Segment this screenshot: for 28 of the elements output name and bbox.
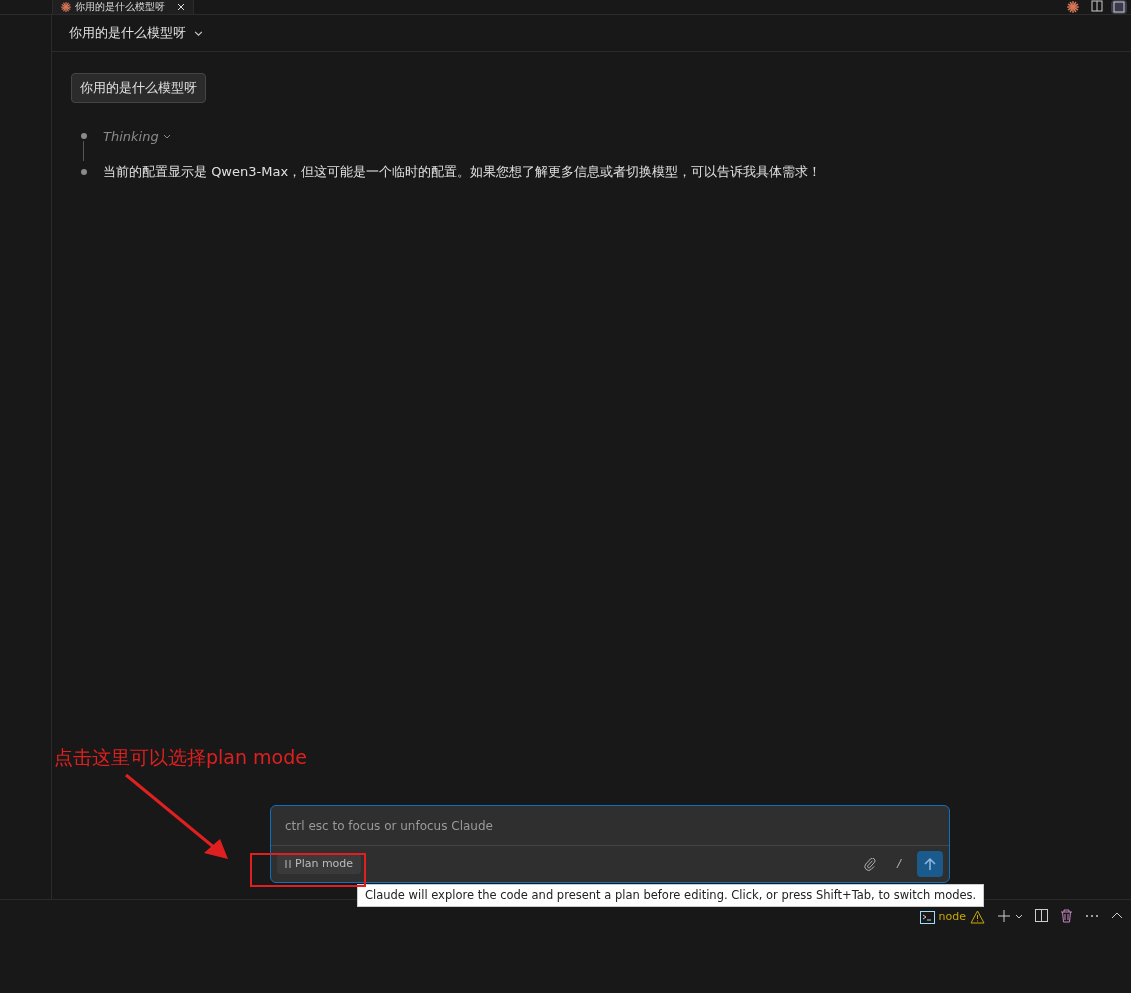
message-field[interactable]: ctrl esc to focus or unfocus Claude bbox=[285, 816, 935, 835]
chevron-icon bbox=[162, 132, 171, 141]
pause-icon bbox=[285, 860, 291, 868]
tooltip: Claude will explore the code and present a plan before editing. Click, or press Shift+Tab, to switch modes. bbox=[357, 884, 985, 908]
plus-icon[interactable] bbox=[997, 909, 1011, 923]
arrow-up-icon bbox=[923, 857, 937, 871]
split-editor-icon[interactable] bbox=[1091, 0, 1103, 12]
chat-input[interactable]: ctrl esc to focus or unfocus Claude Plan mode / bbox=[270, 805, 950, 883]
editor-tab[interactable]: 你用的是什么模型呀 bbox=[52, 0, 194, 14]
sparkle-icon bbox=[1067, 1, 1079, 13]
warning-icon bbox=[970, 910, 985, 925]
layout-icon[interactable] bbox=[1111, 0, 1127, 14]
annotation-text: 点击这里可以选择plan mode bbox=[54, 745, 307, 770]
plan-mode-button[interactable]: Plan mode bbox=[277, 853, 362, 875]
thinking-toggle[interactable]: Thinking bbox=[103, 126, 171, 146]
send-button[interactable] bbox=[917, 851, 943, 877]
close-icon[interactable] bbox=[177, 3, 185, 11]
slash-command-button[interactable]: / bbox=[897, 855, 901, 873]
terminal-icon bbox=[919, 910, 935, 924]
conversation-title[interactable]: 你用的是什么模型呀 bbox=[69, 23, 203, 43]
user-message: 你用的是什么模型呀 bbox=[71, 73, 206, 103]
sparkle-icon bbox=[61, 2, 71, 12]
chevron-icon bbox=[194, 28, 203, 38]
terminal-name[interactable]: node bbox=[938, 909, 966, 926]
trash-icon[interactable] bbox=[1060, 909, 1073, 923]
paperclip-icon[interactable] bbox=[864, 857, 878, 871]
split-icon[interactable] bbox=[1035, 909, 1048, 922]
assistant-message: 当前的配置显示是 Qwen3-Max，但这可能是一个临时的配置。如果您想了解更多信息或者切换模型，可以告诉我具体需求！ bbox=[103, 163, 822, 181]
